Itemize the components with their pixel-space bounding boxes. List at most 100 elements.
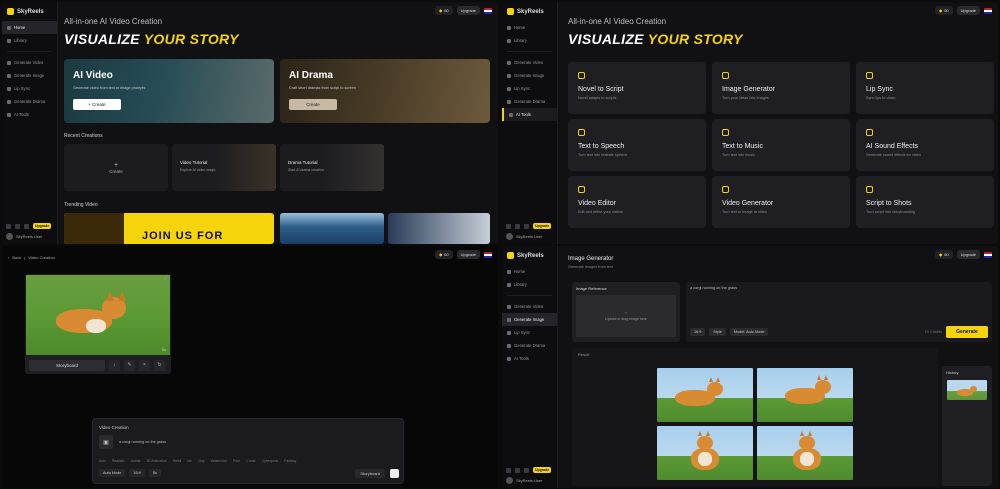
youtube-icon[interactable] bbox=[24, 223, 29, 229]
credits-badge[interactable]: ◆ 60 bbox=[435, 6, 453, 15]
style-option[interactable]: Clay bbox=[198, 459, 205, 463]
upgrade-button[interactable]: Upgrade bbox=[456, 250, 480, 259]
sidebar-item-home[interactable]: Home bbox=[502, 21, 557, 34]
style-option[interactable]: Ghibli bbox=[173, 459, 182, 463]
storyboard-button[interactable]: Storyboard bbox=[29, 359, 105, 371]
upgrade-pill[interactable]: Upgrade bbox=[533, 223, 552, 229]
recent-create-card[interactable]: + Create bbox=[64, 144, 168, 191]
style-select[interactable]: Style bbox=[709, 328, 726, 336]
user-profile[interactable]: SkyReels User bbox=[506, 477, 553, 484]
sidebar-item-generate-video[interactable]: Generate Video bbox=[502, 56, 557, 69]
close-icon[interactable]: × bbox=[162, 277, 168, 283]
user-profile[interactable]: SkyReels User bbox=[6, 233, 53, 240]
edit-icon[interactable]: ✎ bbox=[124, 359, 135, 371]
sidebar-item-library[interactable]: Library bbox=[502, 278, 557, 291]
upgrade-button[interactable]: Upgrade bbox=[956, 250, 980, 259]
sidebar-item-generate-video[interactable]: Generate Video bbox=[2, 56, 57, 69]
style-option[interactable]: 3D Animation bbox=[146, 459, 166, 463]
discord-icon[interactable] bbox=[506, 223, 511, 229]
back-arrow-icon[interactable]: ‹ bbox=[8, 255, 9, 260]
language-flag-icon[interactable] bbox=[484, 251, 492, 258]
generated-image[interactable] bbox=[657, 426, 753, 480]
sidebar-item-library[interactable]: Library bbox=[502, 34, 557, 47]
upgrade-pill[interactable]: Upgrade bbox=[33, 223, 52, 229]
upgrade-button[interactable]: Upgrade bbox=[456, 6, 480, 15]
style-option[interactable]: Ink bbox=[187, 459, 192, 463]
image-upload-icon[interactable]: ▣ bbox=[99, 435, 113, 449]
history-thumbnail[interactable] bbox=[947, 380, 987, 400]
tool-card-text-to-speech[interactable]: Text to Speech Turn text into realistic s… bbox=[568, 119, 706, 171]
refresh-icon[interactable]: ↻ bbox=[154, 359, 165, 371]
mode-select[interactable]: Auto Mode bbox=[99, 469, 126, 477]
sidebar-item-lip-sync[interactable]: Lip Sync bbox=[2, 82, 57, 95]
back-link[interactable]: Back bbox=[12, 255, 21, 260]
sidebar-item-generate-drama[interactable]: Generate Drama bbox=[502, 339, 557, 352]
tool-card-text-to-music[interactable]: Text to Music Turn text into music bbox=[712, 119, 850, 171]
style-option[interactable]: Comic bbox=[246, 459, 256, 463]
ai-drama-create-button[interactable]: Create bbox=[289, 99, 337, 110]
app-logo[interactable]: SkyReels bbox=[502, 2, 557, 21]
sidebar-item-ai-tools[interactable]: AI Tools bbox=[2, 108, 57, 121]
storyboard-shot-card[interactable]: 5s × Storyboard ↓ ✎ × ↻ bbox=[25, 274, 171, 374]
upgrade-button[interactable]: Upgrade bbox=[956, 6, 980, 15]
tool-card-lip-sync[interactable]: Lip Sync Sync lips to video bbox=[856, 62, 994, 114]
reference-upload-area[interactable]: + Upload or drag image here bbox=[576, 295, 676, 337]
drama-tutorial-card[interactable]: Drama Tutorial Start AI drama creation bbox=[280, 144, 384, 191]
sidebar-item-generate-image[interactable]: Generate Image bbox=[502, 69, 557, 82]
tool-card-image-generator[interactable]: Image Generator Turn your ideas into imag… bbox=[712, 62, 850, 114]
trending-video-card[interactable]: JOIN US FOR bbox=[64, 213, 274, 244]
model-select[interactable]: Model: Auto Mode bbox=[729, 328, 769, 336]
style-option[interactable]: Auto bbox=[99, 459, 106, 463]
style-option[interactable]: Cyberpunk bbox=[262, 459, 278, 463]
duration-select[interactable]: 5s bbox=[148, 469, 161, 477]
generate-button[interactable]: Generate bbox=[946, 326, 988, 338]
send-icon[interactable] bbox=[390, 469, 399, 478]
sidebar-item-ai-tools[interactable]: AI Tools bbox=[502, 108, 557, 121]
sidebar-item-ai-tools[interactable]: AI Tools bbox=[502, 352, 557, 365]
language-flag-icon[interactable] bbox=[484, 7, 492, 14]
sidebar-item-generate-image[interactable]: Generate Image bbox=[2, 69, 57, 82]
sidebar-item-lip-sync[interactable]: Lip Sync bbox=[502, 82, 557, 95]
youtube-icon[interactable] bbox=[524, 467, 529, 473]
style-option[interactable]: Fantasy bbox=[284, 459, 296, 463]
generated-image[interactable] bbox=[757, 426, 853, 480]
sidebar-item-lip-sync[interactable]: Lip Sync bbox=[502, 326, 557, 339]
discord-icon[interactable] bbox=[6, 223, 11, 229]
download-icon[interactable]: ↓ bbox=[109, 359, 120, 371]
style-option[interactable]: Anime bbox=[131, 459, 141, 463]
tool-card-ai-sound-effects[interactable]: AI Sound Effects Generate sound effects f… bbox=[856, 119, 994, 171]
tool-card-video-editor[interactable]: Video Editor Edit and refine your videos bbox=[568, 176, 706, 228]
prompt-input[interactable]: a corgi running on the grass bbox=[119, 440, 166, 444]
style-option[interactable]: Pixel bbox=[233, 459, 240, 463]
twitter-icon[interactable] bbox=[15, 223, 20, 229]
credits-badge[interactable]: ◆ 60 bbox=[435, 250, 453, 259]
storyboard-submit-button[interactable]: Storyboard bbox=[355, 469, 385, 478]
tool-card-video-generator[interactable]: Video Generator Turn text or image to vid… bbox=[712, 176, 850, 228]
sidebar-item-library[interactable]: Library bbox=[2, 34, 57, 47]
credits-badge[interactable]: ◆ 60 bbox=[935, 6, 953, 15]
credits-badge[interactable]: ◆ 60 bbox=[935, 250, 953, 259]
tool-card-script-to-shots[interactable]: Script to Shots Turn script into storyboa… bbox=[856, 176, 994, 228]
sidebar-item-generate-drama[interactable]: Generate Drama bbox=[2, 95, 57, 108]
sidebar-item-home[interactable]: Home bbox=[2, 21, 57, 34]
sidebar-item-generate-video[interactable]: Generate Video bbox=[502, 300, 557, 313]
trending-video-card[interactable] bbox=[280, 213, 384, 244]
video-tutorial-card[interactable]: Video Tutorial Explore AI video magic bbox=[172, 144, 276, 191]
prompt-input[interactable]: a corgi running on the grass bbox=[690, 286, 737, 290]
delete-icon[interactable]: × bbox=[139, 359, 150, 371]
youtube-icon[interactable] bbox=[524, 223, 529, 229]
ai-video-create-button[interactable]: + Create bbox=[73, 99, 121, 110]
user-profile[interactable]: SkyReels User bbox=[506, 233, 553, 240]
ai-drama-card[interactable]: AI Drama Craft short dramas from script … bbox=[280, 59, 490, 123]
style-option[interactable]: Realistic bbox=[112, 459, 125, 463]
app-logo[interactable]: SkyReels bbox=[2, 2, 57, 21]
discord-icon[interactable] bbox=[506, 467, 511, 473]
trending-video-card[interactable] bbox=[388, 213, 490, 244]
tool-card-novel-to-script[interactable]: Novel to Script Novel adapts to scripts bbox=[568, 62, 706, 114]
language-flag-icon[interactable] bbox=[984, 251, 992, 258]
upgrade-pill[interactable]: Upgrade bbox=[533, 467, 552, 473]
sidebar-item-generate-drama[interactable]: Generate Drama bbox=[502, 95, 557, 108]
style-option[interactable]: Watercolor bbox=[211, 459, 227, 463]
twitter-icon[interactable] bbox=[515, 467, 520, 473]
ai-video-card[interactable]: AI Video Generate video from text or ima… bbox=[64, 59, 274, 123]
